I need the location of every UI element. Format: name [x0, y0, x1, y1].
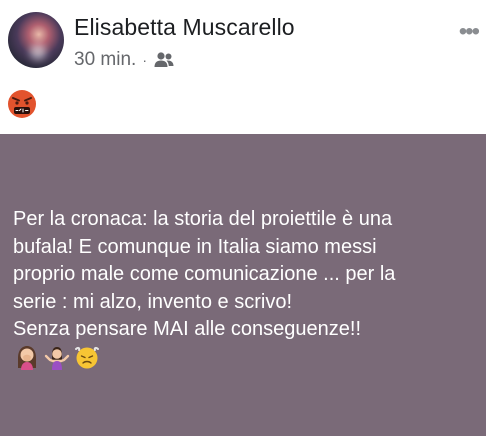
post-time[interactable]: 30 min. — [74, 49, 136, 71]
post-text: Per la cronaca: la storia del proiettile… — [13, 208, 396, 340]
meta-separator: · — [142, 52, 147, 68]
triumph-face-icon — [75, 346, 99, 369]
woman-shrugging-icon — [44, 347, 70, 370]
post-body: Per la cronaca: la storia del proiettile… — [0, 134, 486, 436]
post-header: Elisabetta Muscarello 30 min. · ••• — [0, 0, 486, 134]
angry-face-symbols-icon — [8, 90, 36, 118]
avatar[interactable] — [8, 12, 64, 68]
woman-facepalming-icon — [18, 346, 36, 370]
author-name[interactable]: Elisabetta Muscarello — [74, 14, 295, 41]
emoji-row — [14, 344, 100, 370]
post-meta: 30 min. · — [74, 48, 175, 72]
more-options-button[interactable]: ••• — [459, 18, 480, 46]
friends-icon — [154, 52, 174, 67]
